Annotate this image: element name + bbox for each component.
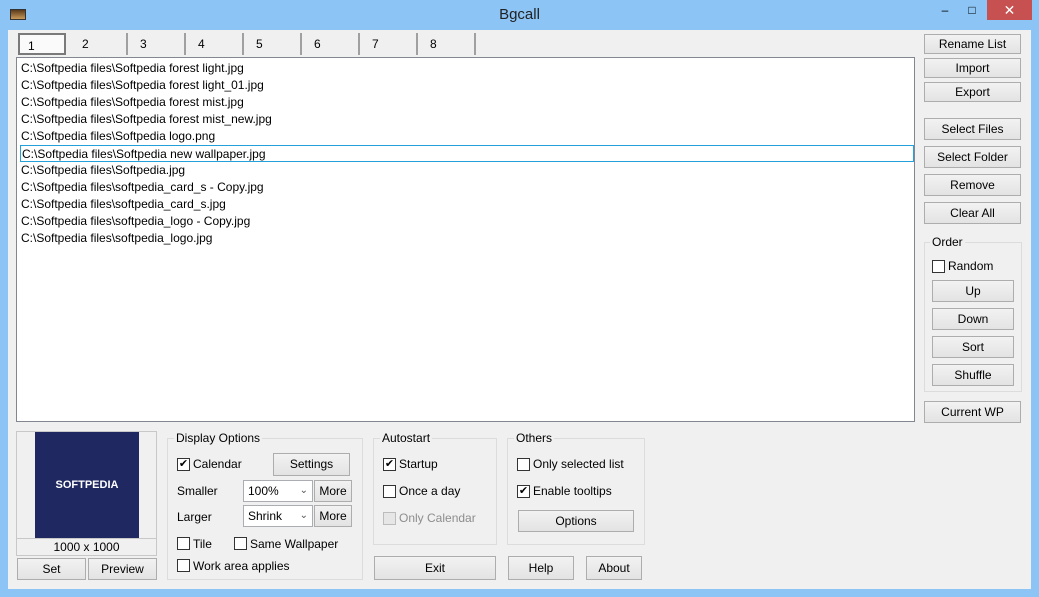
tab-1[interactable]: 1 [18,33,66,55]
file-list[interactable]: C:\Softpedia files\Softpedia forest ligh… [16,57,915,422]
calendar-checkbox[interactable]: ✔ [177,458,190,471]
preview-image: SOFTPEDIA [35,432,139,538]
once-a-day-checkbox[interactable] [383,485,396,498]
down-button[interactable]: Down [932,308,1014,330]
help-button[interactable]: Help [508,556,574,580]
tab-4[interactable]: 4 [186,33,244,55]
smaller-select[interactable]: 100% ⌄ [243,480,313,502]
same-wallpaper-checkbox[interactable] [234,537,247,550]
smaller-label: Smaller [177,484,218,498]
work-area-checkbox[interactable] [177,559,190,572]
order-label: Order [930,235,965,249]
clear-all-button[interactable]: Clear All [924,202,1021,224]
chevron-down-icon: ⌄ [299,510,308,521]
file-list-item[interactable]: C:\Softpedia files\softpedia_card_s.jpg [20,196,914,213]
tab-7[interactable]: 7 [360,33,418,55]
about-button[interactable]: About [586,556,642,580]
sort-button[interactable]: Sort [932,336,1014,358]
file-list-item[interactable]: C:\Softpedia files\Softpedia forest ligh… [20,77,914,94]
autostart-label: Autostart [380,431,433,445]
file-list-item[interactable]: C:\Softpedia files\Softpedia new wallpap… [20,145,914,162]
file-list-item[interactable]: C:\Softpedia files\softpedia_logo - Copy… [20,213,914,230]
rename-list-button[interactable]: Rename List [924,34,1021,54]
larger-value: Shrink [248,509,283,523]
tab-5[interactable]: 5 [244,33,302,55]
larger-more-button[interactable]: More [314,505,352,527]
enable-tooltips-label: Enable tooltips [533,484,612,498]
current-wp-button[interactable]: Current WP [924,401,1021,423]
app-icon [10,9,26,20]
display-options-label: Display Options [174,431,263,445]
chevron-down-icon: ⌄ [299,485,308,496]
window-title: Bgcall [499,6,540,23]
tab-6[interactable]: 6 [302,33,360,55]
title-bar: Bgcall [0,0,1039,30]
exit-button[interactable]: Exit [374,556,496,580]
random-checkbox[interactable] [932,260,945,273]
startup-label: Startup [399,457,438,471]
minimize-button[interactable]: – [932,0,958,20]
larger-label: Larger [177,510,212,524]
startup-checkbox[interactable]: ✔ [383,458,396,471]
import-button[interactable]: Import [924,58,1021,78]
image-size: 1000 x 1000 [16,538,157,556]
file-list-item[interactable]: C:\Softpedia files\softpedia_card_s - Co… [20,179,914,196]
remove-button[interactable]: Remove [924,174,1021,196]
only-calendar-checkbox[interactable] [383,512,396,525]
only-calendar-label: Only Calendar [399,511,476,525]
close-button[interactable]: ✕ [987,0,1032,20]
file-list-item[interactable]: C:\Softpedia files\Softpedia forest mist… [20,111,914,128]
calendar-label: Calendar [193,457,242,471]
file-list-item[interactable]: C:\Softpedia files\Softpedia forest ligh… [20,60,914,77]
options-button[interactable]: Options [518,510,634,532]
settings-button[interactable]: Settings [273,453,350,476]
same-wallpaper-label: Same Wallpaper [250,537,339,551]
only-selected-list-label: Only selected list [533,457,624,471]
others-label: Others [514,431,555,445]
select-folder-button[interactable]: Select Folder [924,146,1021,168]
select-files-button[interactable]: Select Files [924,118,1021,140]
once-a-day-label: Once a day [399,484,461,498]
work-area-label: Work area applies [193,559,290,573]
smaller-value: 100% [248,484,279,498]
export-button[interactable]: Export [924,82,1021,102]
up-button[interactable]: Up [932,280,1014,302]
only-selected-list-checkbox[interactable] [517,458,530,471]
tile-label: Tile [193,537,212,551]
larger-select[interactable]: Shrink ⌄ [243,505,313,527]
maximize-button[interactable]: □ [958,0,986,20]
file-list-item[interactable]: C:\Softpedia files\Softpedia forest mist… [20,94,914,111]
tab-2[interactable]: 2 [70,33,128,55]
tile-checkbox[interactable] [177,537,190,550]
enable-tooltips-checkbox[interactable]: ✔ [517,485,530,498]
file-list-item[interactable]: C:\Softpedia files\Softpedia logo.png [20,128,914,145]
tab-3[interactable]: 3 [128,33,186,55]
shuffle-button[interactable]: Shuffle [932,364,1014,386]
set-button[interactable]: Set [17,558,86,580]
file-list-item[interactable]: C:\Softpedia files\Softpedia.jpg [20,162,914,179]
preview-button[interactable]: Preview [88,558,157,580]
random-label: Random [948,259,994,273]
tab-8[interactable]: 8 [418,33,476,55]
smaller-more-button[interactable]: More [314,480,352,502]
file-list-item[interactable]: C:\Softpedia files\softpedia_logo.jpg [20,230,914,247]
